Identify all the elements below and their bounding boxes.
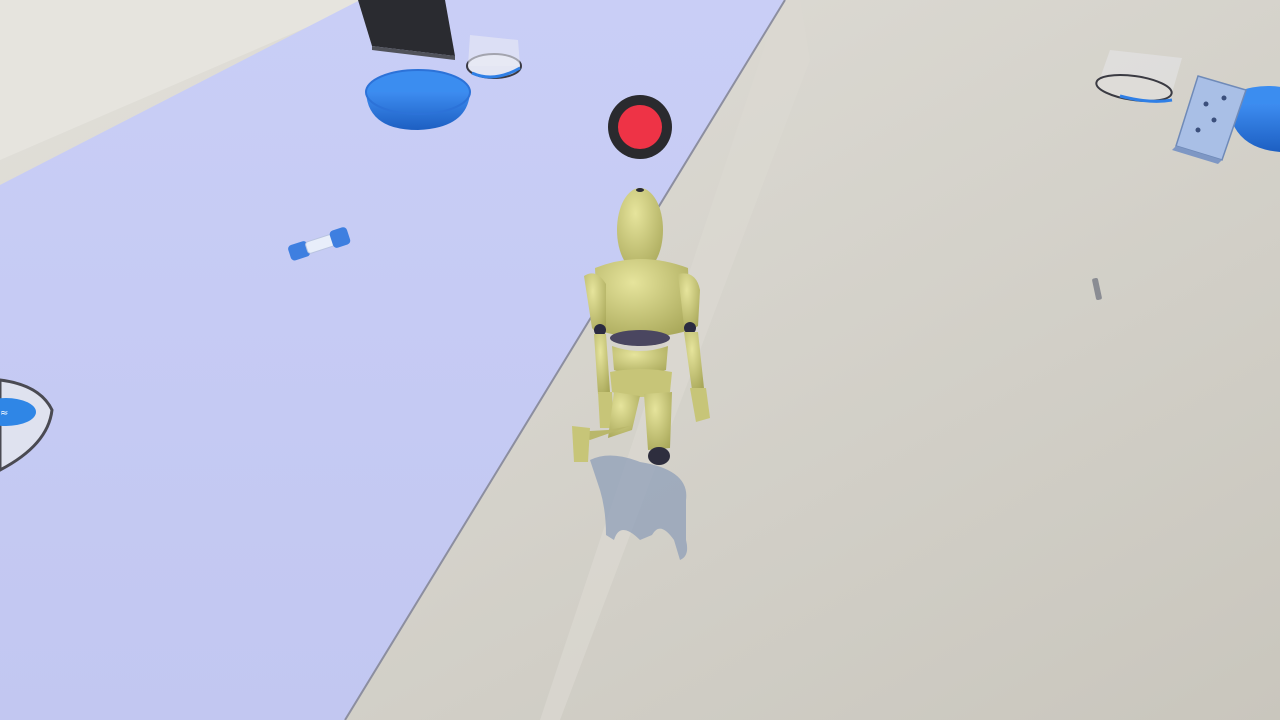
glass-container-icon[interactable] xyxy=(466,35,522,79)
record-dot-icon xyxy=(608,95,672,159)
svg-text:≈: ≈ xyxy=(0,408,8,419)
scene-canvas[interactable]: ≈ xyxy=(0,0,1280,720)
game-viewport[interactable]: ≈ xyxy=(0,0,1280,720)
